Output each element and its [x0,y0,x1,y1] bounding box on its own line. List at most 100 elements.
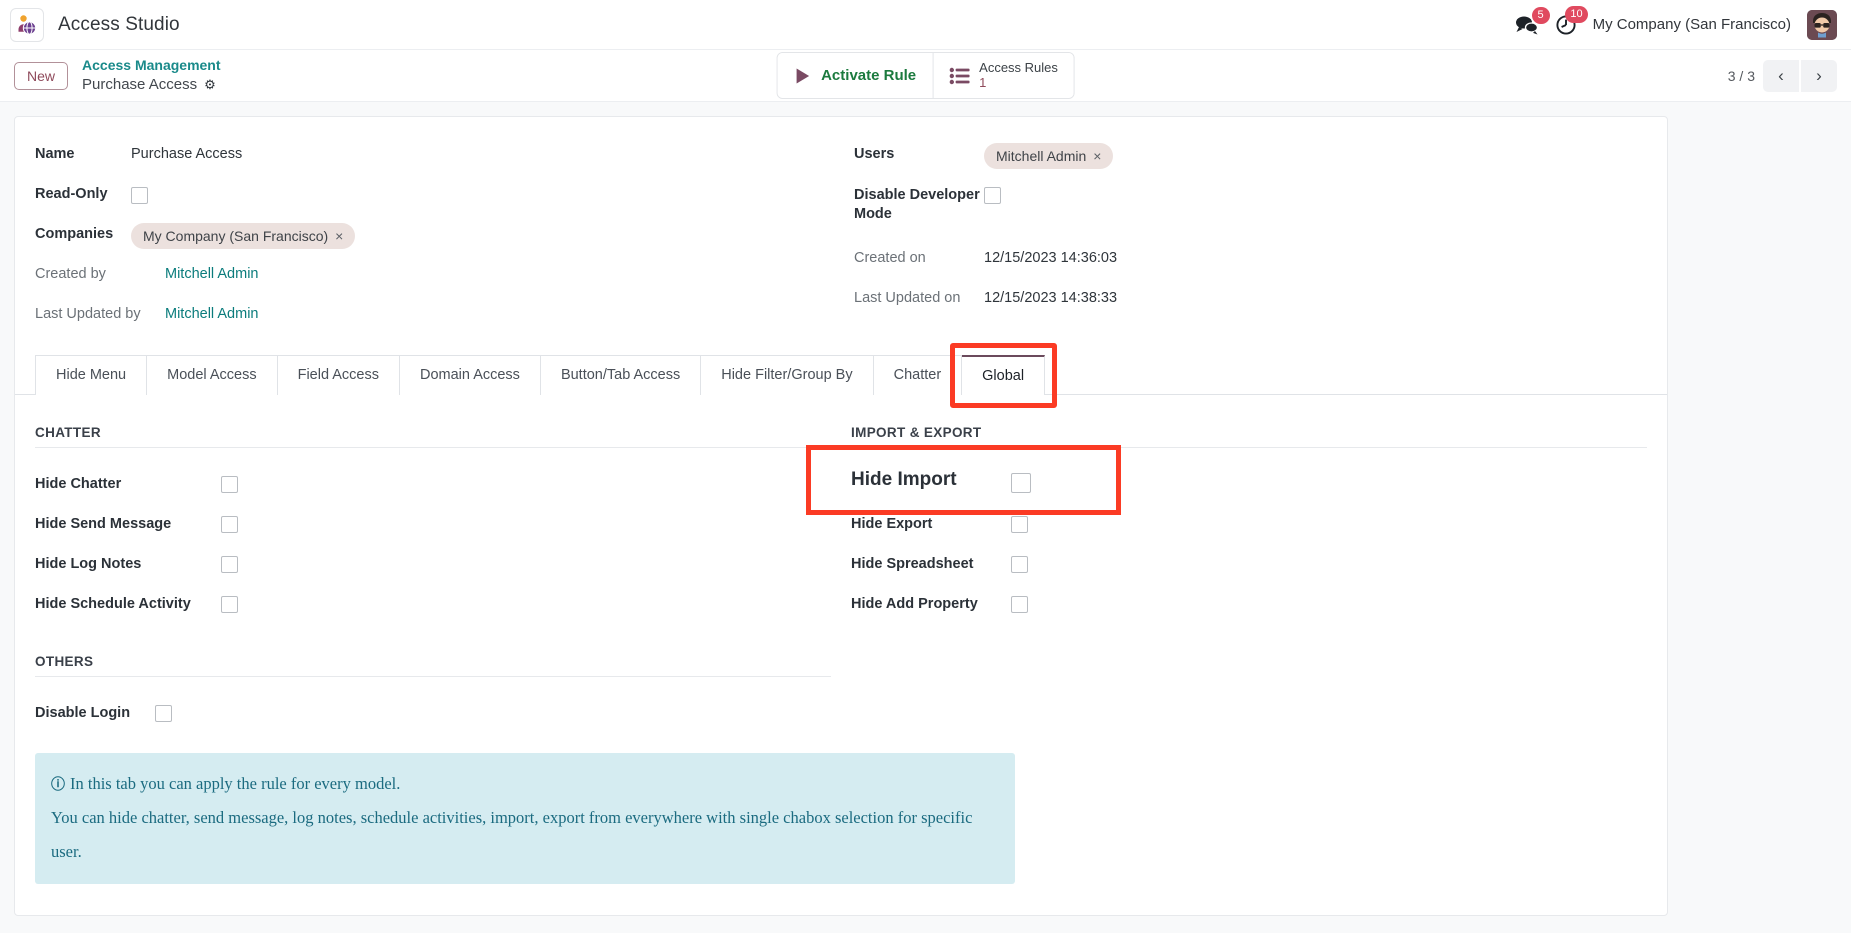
chatter-group-title: CHATTER [35,425,831,448]
field-last-updated-on-value: 12/15/2023 14:38:33 [984,285,1117,306]
field-users: Users Mitchell Admin × [854,137,1653,177]
hide-send-message-label: Hide Send Message [35,516,221,532]
hide-import-label: Hide Import [851,469,1011,491]
checkbox-row: Hide Chatter [35,464,831,504]
tab-global[interactable]: Global [962,355,1045,395]
play-icon [793,67,811,85]
status-badge: New [14,62,68,90]
hide-log-notes-checkbox[interactable] [221,556,238,573]
field-disable-developer-mode-label: Disable Developer Mode [854,181,984,225]
hide-chatter-label: Hide Chatter [35,476,221,492]
hide-add-property-label: Hide Add Property [851,596,1011,612]
hide-import-checkbox[interactable] [1011,473,1031,493]
field-readonly: Read-Only [35,177,834,217]
tab-chatter[interactable]: Chatter [874,355,963,395]
hide-spreadsheet-label: Hide Spreadsheet [851,556,1011,572]
close-icon[interactable]: × [1093,149,1101,163]
field-name-label: Name [35,141,131,162]
others-group: OTHERS Disable Login [15,624,1667,733]
field-last-updated-by-value[interactable]: Mitchell Admin [165,301,258,322]
hide-log-notes-label: Hide Log Notes [35,556,221,572]
info-icon: ⓘ [51,776,65,792]
pager: 3 / 3 ‹ › [1728,60,1837,92]
checkbox-row: Hide Export [851,504,1647,544]
breadcrumb-parent[interactable]: Access Management [82,57,221,75]
pager-next-button[interactable]: › [1801,60,1837,92]
breadcrumb-current-label: Purchase Access [82,75,197,94]
companies-tag[interactable]: My Company (San Francisco) × [131,223,355,249]
global-tab-panel: CHATTER Hide Chatter Hide Send Message Hid… [15,395,1667,624]
hide-add-property-checkbox[interactable] [1011,596,1028,613]
others-group-title: OTHERS [35,654,831,677]
alert-line-1-text: In this tab you can apply the rule for e… [70,774,400,793]
field-created-on: Created on 12/15/2023 14:36:03 [854,241,1653,281]
company-switcher[interactable]: My Company (San Francisco) [1593,16,1791,33]
access-rules-stat: Access Rules 1 [979,61,1058,91]
hide-spreadsheet-checkbox[interactable] [1011,556,1028,573]
checkbox-row: Hide Log Notes [35,544,831,584]
app-title: Access Studio [58,14,180,36]
avatar[interactable] [1807,10,1837,40]
messages-count-badge: 5 [1532,7,1550,24]
disable-login-label: Disable Login [35,705,155,721]
top-navbar: Access Studio 5 10 My Company (San Franc… [0,0,1851,50]
messages-button[interactable]: 5 [1515,15,1539,35]
field-name-value[interactable]: Purchase Access [131,141,242,162]
breadcrumb: Access Management Purchase Access ⚙ [82,57,221,94]
field-last-updated-on: Last Updated on 12/15/2023 14:38:33 [854,281,1653,321]
list-icon [949,67,969,85]
tab-button-tab-access[interactable]: Button/Tab Access [541,355,701,395]
tab-hide-filter-group-by[interactable]: Hide Filter/Group By [701,355,873,395]
activate-rule-label: Activate Rule [821,67,916,84]
others-group-inner: OTHERS Disable Login [35,654,831,733]
form-column-left: Name Purchase Access Read-Only Companies… [35,137,834,337]
readonly-checkbox[interactable] [131,187,148,204]
users-tag[interactable]: Mitchell Admin × [984,143,1113,169]
disable-login-checkbox[interactable] [155,705,172,722]
record-sheet: Name Purchase Access Read-Only Companies… [14,116,1668,916]
hide-schedule-activity-checkbox[interactable] [221,596,238,613]
control-panel-actions: Activate Rule Access Rules 1 [776,52,1075,100]
stat-button-group: Activate Rule Access Rules 1 [776,52,1075,100]
access-rules-count: 1 [979,76,1058,91]
hide-export-label: Hide Export [851,516,1011,532]
page-background: Name Purchase Access Read-Only Companies… [0,102,1851,933]
navbar-right-group: 5 10 My Company (San Francisco) [1515,10,1837,40]
tab-domain-access[interactable]: Domain Access [400,355,541,395]
hide-send-message-checkbox[interactable] [221,516,238,533]
tab-hide-menu[interactable]: Hide Menu [35,355,147,395]
tab-model-access[interactable]: Model Access [147,355,277,395]
field-created-by-label: Created by [35,261,165,282]
hide-chatter-checkbox[interactable] [221,476,238,493]
disable-developer-mode-checkbox[interactable] [984,187,1001,204]
pager-previous-button[interactable]: ‹ [1763,60,1799,92]
field-companies: Companies My Company (San Francisco) × [35,217,834,257]
close-icon[interactable]: × [335,229,343,243]
tab-field-access[interactable]: Field Access [278,355,400,395]
checkbox-row: Hide Send Message [35,504,831,544]
activities-button[interactable]: 10 [1555,14,1577,36]
checkbox-row: Hide Add Property [851,584,1647,624]
hide-schedule-activity-label: Hide Schedule Activity [35,596,221,612]
access-studio-logo-icon[interactable] [10,8,44,42]
field-created-on-label: Created on [854,245,984,266]
field-name: Name Purchase Access [35,137,834,177]
field-last-updated-on-label: Last Updated on [854,285,984,306]
field-created-on-value: 12/15/2023 14:36:03 [984,245,1117,266]
activate-rule-button[interactable]: Activate Rule [777,53,932,99]
hide-import-focus-row: Hide Import [811,450,1116,510]
gear-icon[interactable]: ⚙ [204,78,216,91]
user-avatar-icon [1807,10,1837,40]
field-created-by: Created by Mitchell Admin [35,257,834,297]
record-form: Name Purchase Access Read-Only Companies… [15,137,1667,337]
pager-text: 3 / 3 [1728,68,1755,84]
field-created-by-value[interactable]: Mitchell Admin [165,261,258,282]
alert-line-2: You can hide chatter, send message, log … [51,801,999,869]
hide-export-checkbox[interactable] [1011,516,1028,533]
import-export-group-title: IMPORT & EXPORT [851,425,1647,448]
alert-line-1: ⓘ In this tab you can apply the rule for … [51,767,999,801]
access-rules-button[interactable]: Access Rules 1 [932,53,1074,99]
companies-tag-label: My Company (San Francisco) [143,228,328,244]
breadcrumb-current: Purchase Access ⚙ [82,75,221,94]
field-readonly-label: Read-Only [35,181,131,202]
